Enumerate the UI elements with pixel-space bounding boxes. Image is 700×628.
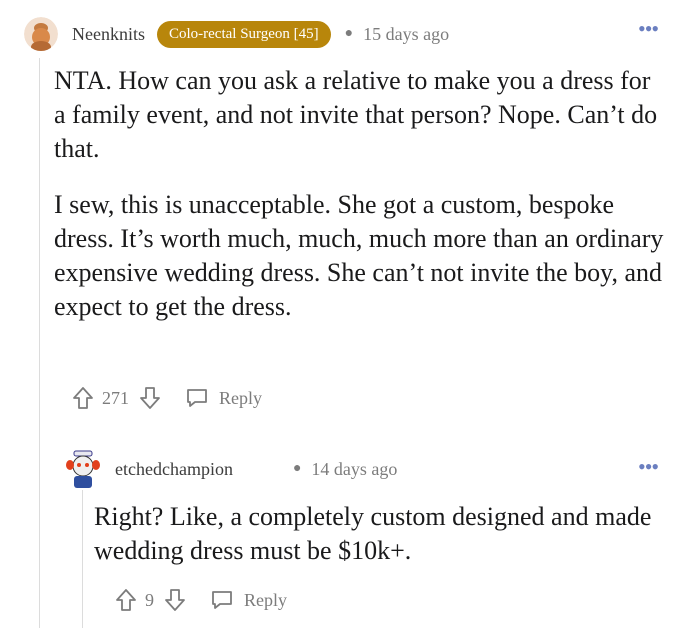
comment-header: Neenknits Colo-rectal Surgeon [45] ● 15 … <box>24 14 449 54</box>
reply-icon[interactable] <box>210 589 234 611</box>
downvote-icon[interactable] <box>139 386 161 410</box>
comment-body: Right? Like, a completely custom designe… <box>94 500 674 568</box>
thread-line-nested[interactable] <box>82 490 83 628</box>
upvote-icon[interactable] <box>72 386 94 410</box>
separator-dot: ● <box>344 26 354 41</box>
thread-line[interactable] <box>39 58 40 628</box>
reply-button[interactable]: Reply <box>219 388 262 409</box>
avatar[interactable] <box>65 449 101 489</box>
reply-icon[interactable] <box>185 387 209 409</box>
vote-score: 271 <box>102 387 129 408</box>
username[interactable]: etchedchampion <box>115 459 233 480</box>
timestamp[interactable]: 15 days ago <box>363 24 449 45</box>
comment-paragraph: NTA. How can you ask a relative to make … <box>54 66 658 163</box>
username[interactable]: Neenknits <box>72 24 145 45</box>
upvote-icon[interactable] <box>115 588 137 612</box>
vote-score: 9 <box>145 589 154 610</box>
separator-dot: ● <box>292 461 302 476</box>
more-options-icon[interactable]: ••• <box>638 18 659 40</box>
comment-actions: 9 Reply <box>115 585 287 615</box>
comment-paragraph: I sew, this is unacceptable. She got a c… <box>54 190 664 321</box>
timestamp[interactable]: 14 days ago <box>311 459 397 480</box>
reply-button[interactable]: Reply <box>244 590 287 611</box>
comment-paragraph: Right? Like, a completely custom designe… <box>94 502 652 565</box>
more-options-icon[interactable]: ••• <box>638 456 659 478</box>
comment-actions: 271 Reply <box>72 383 262 413</box>
avatar[interactable] <box>24 17 58 51</box>
downvote-icon[interactable] <box>164 588 186 612</box>
comment-body: NTA. How can you ask a relative to make … <box>54 64 664 324</box>
comment-header: etchedchampion ● 14 days ago <box>65 447 397 491</box>
user-flair: Colo-rectal Surgeon [45] <box>156 20 331 48</box>
